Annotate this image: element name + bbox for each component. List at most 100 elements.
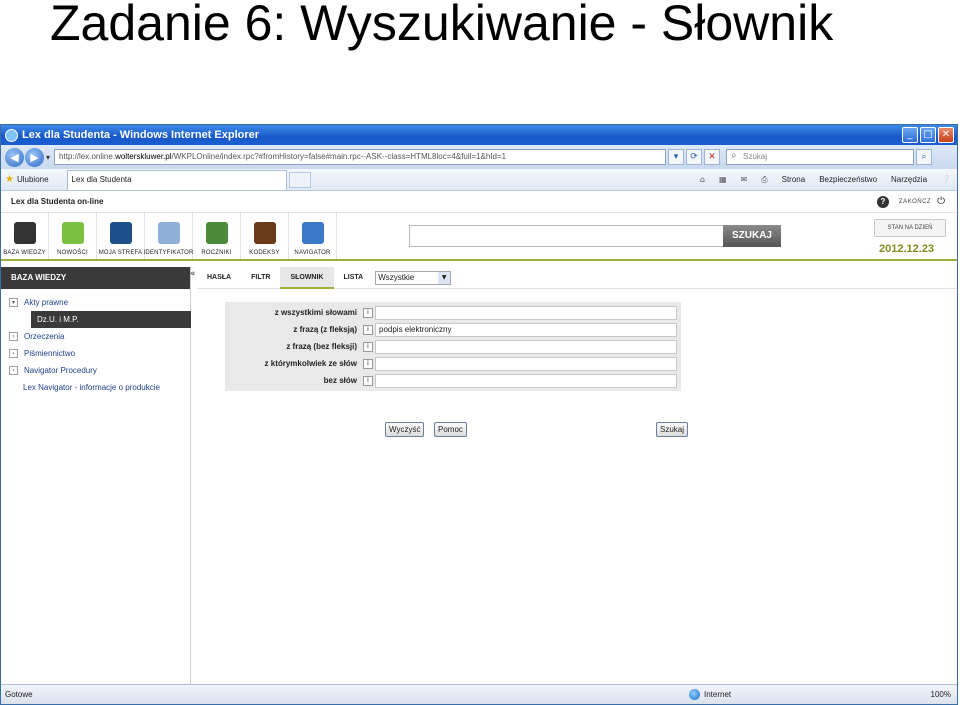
search-field[interactable] bbox=[375, 305, 677, 320]
main-content: HASŁA FILTR SŁOWNIK LISTA Wszystkie ▼ z wsz… bbox=[197, 266, 957, 688]
site-title: Lex dla Studenta on-line bbox=[11, 197, 104, 206]
state-date-button[interactable]: STAN NA DZIEŃ bbox=[874, 219, 946, 237]
mail-icon[interactable]: ✉ bbox=[741, 175, 748, 184]
sidebar: BAZA WIEDZY « ▾ Akty prawne Dz.U. i M.P. › O… bbox=[1, 267, 196, 688]
module-label: ROCZNIKI bbox=[201, 250, 232, 256]
field-label: z frazą (z fleksją) bbox=[293, 325, 357, 334]
home-icon[interactable]: ⌂ bbox=[700, 175, 705, 184]
form-row: z frazą (z fleksją) i podpis elektroniczny bbox=[225, 321, 681, 338]
yearbooks-icon bbox=[205, 222, 228, 244]
address-toolbar: ◀ ▶ ▾ http://lex.online.wolterskluwer.pl… bbox=[1, 145, 957, 169]
tab-hasla[interactable]: HASŁA bbox=[197, 267, 241, 289]
zoom-level[interactable]: 100% bbox=[931, 690, 951, 699]
sidebar-item-label: Akty prawne bbox=[24, 298, 69, 307]
form-row: z frazą (bez fleksji) i bbox=[225, 338, 681, 355]
info-icon[interactable]: i bbox=[363, 358, 373, 369]
logout-link[interactable]: ZAKOŃCZ bbox=[899, 199, 931, 205]
info-icon[interactable]: i bbox=[363, 307, 373, 318]
expand-icon[interactable]: › bbox=[9, 349, 18, 358]
module-knowledge-base[interactable]: BAZA WIEDZY bbox=[1, 213, 49, 259]
favorites-label: Ulubione bbox=[16, 175, 49, 184]
sidebar-item[interactable]: Dz.U. i M.P. bbox=[31, 311, 191, 328]
menu-security[interactable]: Bezpieczeństwo bbox=[819, 175, 877, 184]
slide-title: Zadanie 6: Wyszukiwanie - Słownik bbox=[50, 0, 834, 51]
back-icon[interactable]: ◀ bbox=[5, 147, 24, 167]
form-row: bez słów i bbox=[225, 372, 681, 389]
field-label: z wszystkimi słowami bbox=[274, 308, 357, 317]
stop-icon[interactable]: ✕ bbox=[704, 149, 721, 165]
favorites-button[interactable]: ★ Ulubione bbox=[5, 174, 49, 185]
window-title: Lex dla Studenta - Windows Internet Expl… bbox=[22, 129, 260, 141]
maximize-button[interactable]: □ bbox=[920, 127, 936, 143]
expand-icon[interactable]: › bbox=[9, 366, 18, 375]
forward-icon[interactable]: ▶ bbox=[25, 147, 44, 167]
chevron-down-icon: ▼ bbox=[438, 271, 451, 284]
module-my-zone[interactable]: MOJA STREFA bbox=[97, 213, 145, 259]
refresh-icon[interactable]: ⟳ bbox=[686, 149, 703, 165]
quick-search-button[interactable]: SZUKAJ bbox=[723, 225, 781, 247]
collapse-sidebar-icon[interactable]: « bbox=[190, 269, 196, 279]
module-label: BAZA WIEDZY bbox=[3, 250, 46, 256]
lex-help-icon[interactable]: ? bbox=[876, 195, 889, 208]
sidebar-item-label: Orzeczenia bbox=[24, 332, 65, 341]
module-codes[interactable]: KODEKSY bbox=[241, 213, 289, 259]
tab-filtr[interactable]: FILTR bbox=[241, 267, 280, 289]
sidebar-item[interactable]: › Navigator Procedury bbox=[1, 362, 190, 379]
lex-header: Lex dla Studenta on-line ? ZAKOŃCZ ⏻ bbox=[1, 191, 957, 213]
info-icon[interactable]: i bbox=[363, 375, 373, 386]
search-field[interactable] bbox=[375, 373, 677, 388]
browser-tab[interactable]: Lex dla Studenta bbox=[66, 169, 287, 190]
module-identifier[interactable]: IDENTYFIKATOR bbox=[143, 213, 193, 259]
minimize-button[interactable]: _ bbox=[902, 127, 918, 143]
info-icon[interactable]: i bbox=[363, 324, 373, 335]
expand-icon[interactable]: › bbox=[9, 332, 18, 341]
help-icon[interactable]: ❔ bbox=[941, 175, 951, 184]
browser-search-input[interactable]: Szukaj bbox=[726, 149, 915, 165]
knowledge-base-icon bbox=[13, 222, 36, 244]
form-row: z którymkolwiek ze słów i bbox=[225, 355, 681, 372]
sidebar-item[interactable]: › Orzeczenia bbox=[1, 328, 190, 345]
address-input[interactable]: http://lex.online.wolterskluwer.pl/WKPLO… bbox=[54, 149, 667, 165]
address-prefix: http://lex.online. bbox=[59, 152, 116, 161]
form-row: z wszystkimi słowami i bbox=[225, 304, 681, 321]
menu-page[interactable]: Strona bbox=[782, 175, 806, 184]
subtabs: HASŁA FILTR SŁOWNIK LISTA Wszystkie ▼ bbox=[197, 266, 957, 289]
field-label: z którymkolwiek ze słów bbox=[264, 359, 357, 368]
scope-select[interactable]: Wszystkie ▼ bbox=[375, 270, 452, 285]
sidebar-item[interactable]: › Piśmiennictwo bbox=[1, 345, 190, 362]
info-icon[interactable]: i bbox=[363, 341, 373, 352]
address-dropdown-icon[interactable]: ▾ bbox=[668, 149, 685, 165]
search-go-icon[interactable]: ⌕ bbox=[916, 149, 933, 165]
sidebar-item[interactable]: Lex Navigator - informacje o produkcie bbox=[1, 379, 190, 396]
expanded-icon[interactable]: ▾ bbox=[9, 298, 18, 307]
sidebar-item[interactable]: ▾ Akty prawne bbox=[1, 294, 190, 311]
module-news[interactable]: NOWOŚCI bbox=[49, 213, 97, 259]
search-field[interactable] bbox=[375, 356, 677, 371]
browser-window: Lex dla Studenta - Windows Internet Expl… bbox=[0, 124, 958, 705]
favorites-bar: ★ Ulubione Lex dla Studenta ⌂ ▦ ✉ ⎙ Stron… bbox=[1, 169, 957, 191]
tab-slownik[interactable]: SŁOWNIK bbox=[280, 266, 334, 289]
status-bar: Gotowe Internet 100% bbox=[1, 684, 957, 704]
search-field[interactable]: podpis elektroniczny bbox=[375, 322, 677, 337]
field-label: z frazą (bez fleksji) bbox=[286, 342, 357, 351]
tab-lista[interactable]: LISTA bbox=[334, 267, 374, 289]
field-label: bez słów bbox=[323, 376, 357, 385]
status-text: Gotowe bbox=[5, 690, 33, 699]
clear-button[interactable]: Wyczyść bbox=[385, 422, 425, 437]
search-field[interactable] bbox=[375, 339, 677, 354]
address-path: /WKPLOnline/index.rpc?#fromHistory=false… bbox=[171, 152, 507, 161]
menu-tools[interactable]: Narzędzia bbox=[891, 175, 927, 184]
module-yearbooks[interactable]: ROCZNIKI bbox=[193, 213, 241, 259]
history-dropdown-icon[interactable]: ▾ bbox=[46, 153, 50, 162]
power-icon[interactable]: ⏻ bbox=[937, 196, 945, 207]
web-page: Lex dla Studenta on-line ? ZAKOŃCZ ⏻ BAZ… bbox=[1, 191, 957, 688]
search-button[interactable]: Szukaj bbox=[656, 422, 689, 437]
close-button[interactable]: ✕ bbox=[938, 127, 954, 143]
feeds-icon[interactable]: ▦ bbox=[719, 175, 727, 184]
module-label: MOJA STREFA bbox=[98, 250, 143, 256]
ie-logo-icon bbox=[5, 128, 18, 142]
print-icon[interactable]: ⎙ bbox=[761, 175, 767, 185]
module-navigator[interactable]: NAVIGATOR bbox=[289, 213, 337, 259]
new-tab-button[interactable] bbox=[288, 171, 311, 188]
help-button[interactable]: Pomoc bbox=[434, 422, 467, 437]
